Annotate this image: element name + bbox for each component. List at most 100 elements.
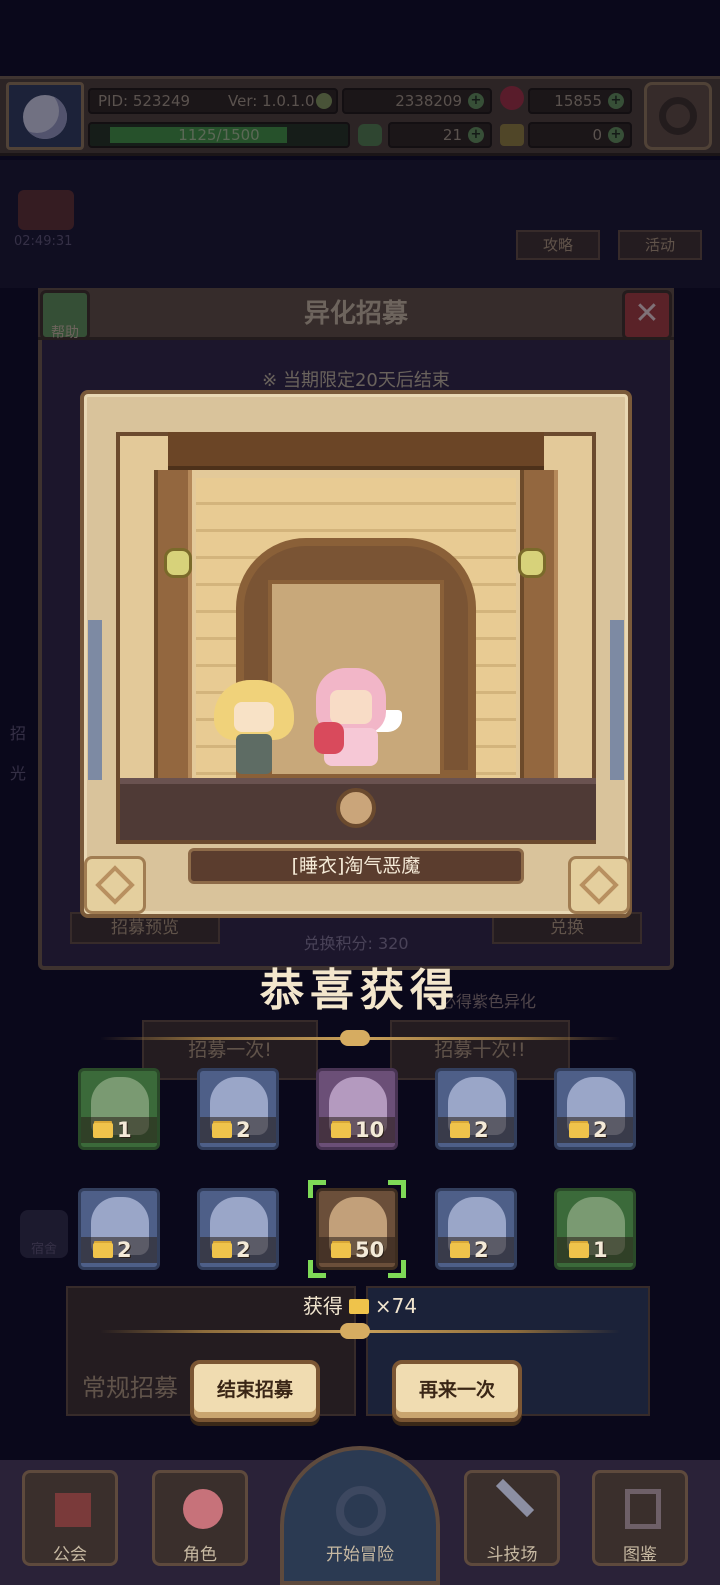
nav-role-label: 角色 xyxy=(183,1545,217,1565)
pid-text: PID: 523249 xyxy=(98,92,191,110)
reward-item[interactable]: 1 xyxy=(554,1188,636,1270)
total-count: ×74 xyxy=(374,1294,418,1318)
guild-icon xyxy=(55,1493,91,1527)
help-label: 帮助 xyxy=(51,325,79,341)
shard-icon xyxy=(212,1243,232,1258)
side-label-1: 招 xyxy=(9,724,26,743)
reward-item[interactable]: 2 xyxy=(554,1068,636,1150)
reward-item[interactable]: 10 xyxy=(316,1068,398,1150)
item-qty: 10 xyxy=(355,1118,385,1142)
reward-item[interactable]: 2 xyxy=(435,1068,517,1150)
item-qty: 1 xyxy=(117,1118,132,1142)
reward-item[interactable]: 2 xyxy=(197,1068,279,1150)
pid-version-row: PID: 523249 Ver: 1.0.1.0 xyxy=(88,88,338,114)
character-dog-girl xyxy=(214,680,294,776)
shard-icon xyxy=(569,1243,589,1258)
item-qty-row: 2 xyxy=(438,1117,514,1143)
activity-button[interactable]: 活动 xyxy=(618,230,702,260)
gem-plus-icon[interactable]: + xyxy=(608,93,624,109)
panel-title: 异化招募 xyxy=(303,299,408,329)
reward-item[interactable]: 2 xyxy=(197,1188,279,1270)
end-recruit-button[interactable]: 结束招募 xyxy=(190,1360,320,1422)
key-value: 0 xyxy=(592,126,602,144)
shard-icon xyxy=(331,1123,351,1138)
settings-button[interactable] xyxy=(644,82,712,150)
character-body xyxy=(236,734,272,774)
clover-plus-icon[interactable]: + xyxy=(468,127,484,143)
card-right-emblem xyxy=(568,856,630,914)
xp-bar: 1125/1500 xyxy=(88,122,350,148)
reward-item[interactable]: 2 xyxy=(435,1188,517,1270)
nav-guild-label: 公会 xyxy=(53,1545,87,1565)
item-qty-row: 1 xyxy=(81,1117,157,1143)
item-qty-row: 2 xyxy=(200,1117,276,1143)
shard-icon xyxy=(569,1123,589,1138)
item-qty: 1 xyxy=(593,1238,608,1262)
card-frame-right xyxy=(610,620,624,780)
gem-icon xyxy=(500,86,524,110)
scene-pillar-right xyxy=(520,470,558,780)
avatar-face xyxy=(23,95,67,139)
key-counter: 0 + xyxy=(528,122,632,148)
magnifier-icon xyxy=(336,1486,386,1536)
recruit-again-button[interactable]: 再来一次 xyxy=(392,1360,522,1422)
key-icon xyxy=(500,124,524,146)
nav-adventure-label: 开始冒险 xyxy=(326,1545,394,1565)
total-obtained: 获得 ×74 xyxy=(0,1290,720,1319)
character-face xyxy=(234,702,274,732)
xp-text: 1125/1500 xyxy=(178,126,260,144)
clover-value: 21 xyxy=(442,126,462,144)
reward-name: [睡衣]淘气恶魔 xyxy=(188,848,524,884)
gold-value: 2338209 xyxy=(395,92,462,110)
reward-item[interactable]: 1 xyxy=(78,1068,160,1150)
item-qty: 2 xyxy=(474,1118,489,1142)
lamp-left xyxy=(164,548,192,578)
event-timer: 02:49:31 xyxy=(14,234,73,249)
card-left-emblem xyxy=(84,856,146,914)
item-qty-row: 2 xyxy=(81,1237,157,1263)
gold-plus-icon[interactable]: + xyxy=(468,93,484,109)
item-qty-row: 2 xyxy=(557,1117,633,1143)
dorm-button[interactable]: 宿舍 xyxy=(20,1210,68,1258)
item-qty: 2 xyxy=(117,1238,132,1262)
book-icon xyxy=(625,1489,661,1529)
role-icon xyxy=(183,1489,223,1529)
card-frame-left xyxy=(88,620,102,780)
total-label: 获得 xyxy=(302,1294,343,1318)
sword-icon xyxy=(579,865,619,905)
key-plus-icon[interactable]: + xyxy=(608,127,624,143)
player-avatar[interactable] xyxy=(6,82,84,150)
selection-bracket xyxy=(388,1260,406,1278)
info-icon xyxy=(316,93,332,109)
crossed-swords-icon xyxy=(495,1478,535,1518)
reward-item[interactable]: 50 xyxy=(316,1188,398,1270)
nav-codex-label: 图鉴 xyxy=(623,1545,657,1565)
gift-icon[interactable] xyxy=(18,190,74,230)
reward-item[interactable]: 2 xyxy=(78,1188,160,1270)
clover-icon xyxy=(358,124,382,146)
floor-emblem xyxy=(336,788,376,828)
divider-gem-top xyxy=(340,1030,370,1046)
selection-bracket xyxy=(308,1260,326,1278)
item-qty: 2 xyxy=(474,1238,489,1262)
gem-counter: 15855 + xyxy=(528,88,632,114)
item-qty-row: 50 xyxy=(319,1237,395,1263)
scene-pillar-left xyxy=(154,470,192,780)
divider-gem-bottom xyxy=(340,1323,370,1339)
clover-counter: 21 + xyxy=(388,122,492,148)
shard-icon xyxy=(93,1123,113,1138)
item-qty-row: 1 xyxy=(557,1237,633,1263)
item-qty-row: 2 xyxy=(438,1237,514,1263)
selection-bracket xyxy=(388,1180,406,1198)
item-qty: 2 xyxy=(593,1118,608,1142)
exchange-points: 兑换积分: 320 xyxy=(303,934,409,953)
strategy-button[interactable]: 攻略 xyxy=(516,230,600,260)
item-qty: 2 xyxy=(236,1238,251,1262)
diamond-icon xyxy=(95,865,135,905)
side-label-2: 光 xyxy=(9,764,26,783)
background-shop-area xyxy=(0,160,720,288)
character-pajama-devil xyxy=(310,668,402,768)
shard-icon xyxy=(450,1123,470,1138)
selection-bracket xyxy=(308,1180,326,1198)
close-button[interactable]: ✕ xyxy=(622,290,672,340)
